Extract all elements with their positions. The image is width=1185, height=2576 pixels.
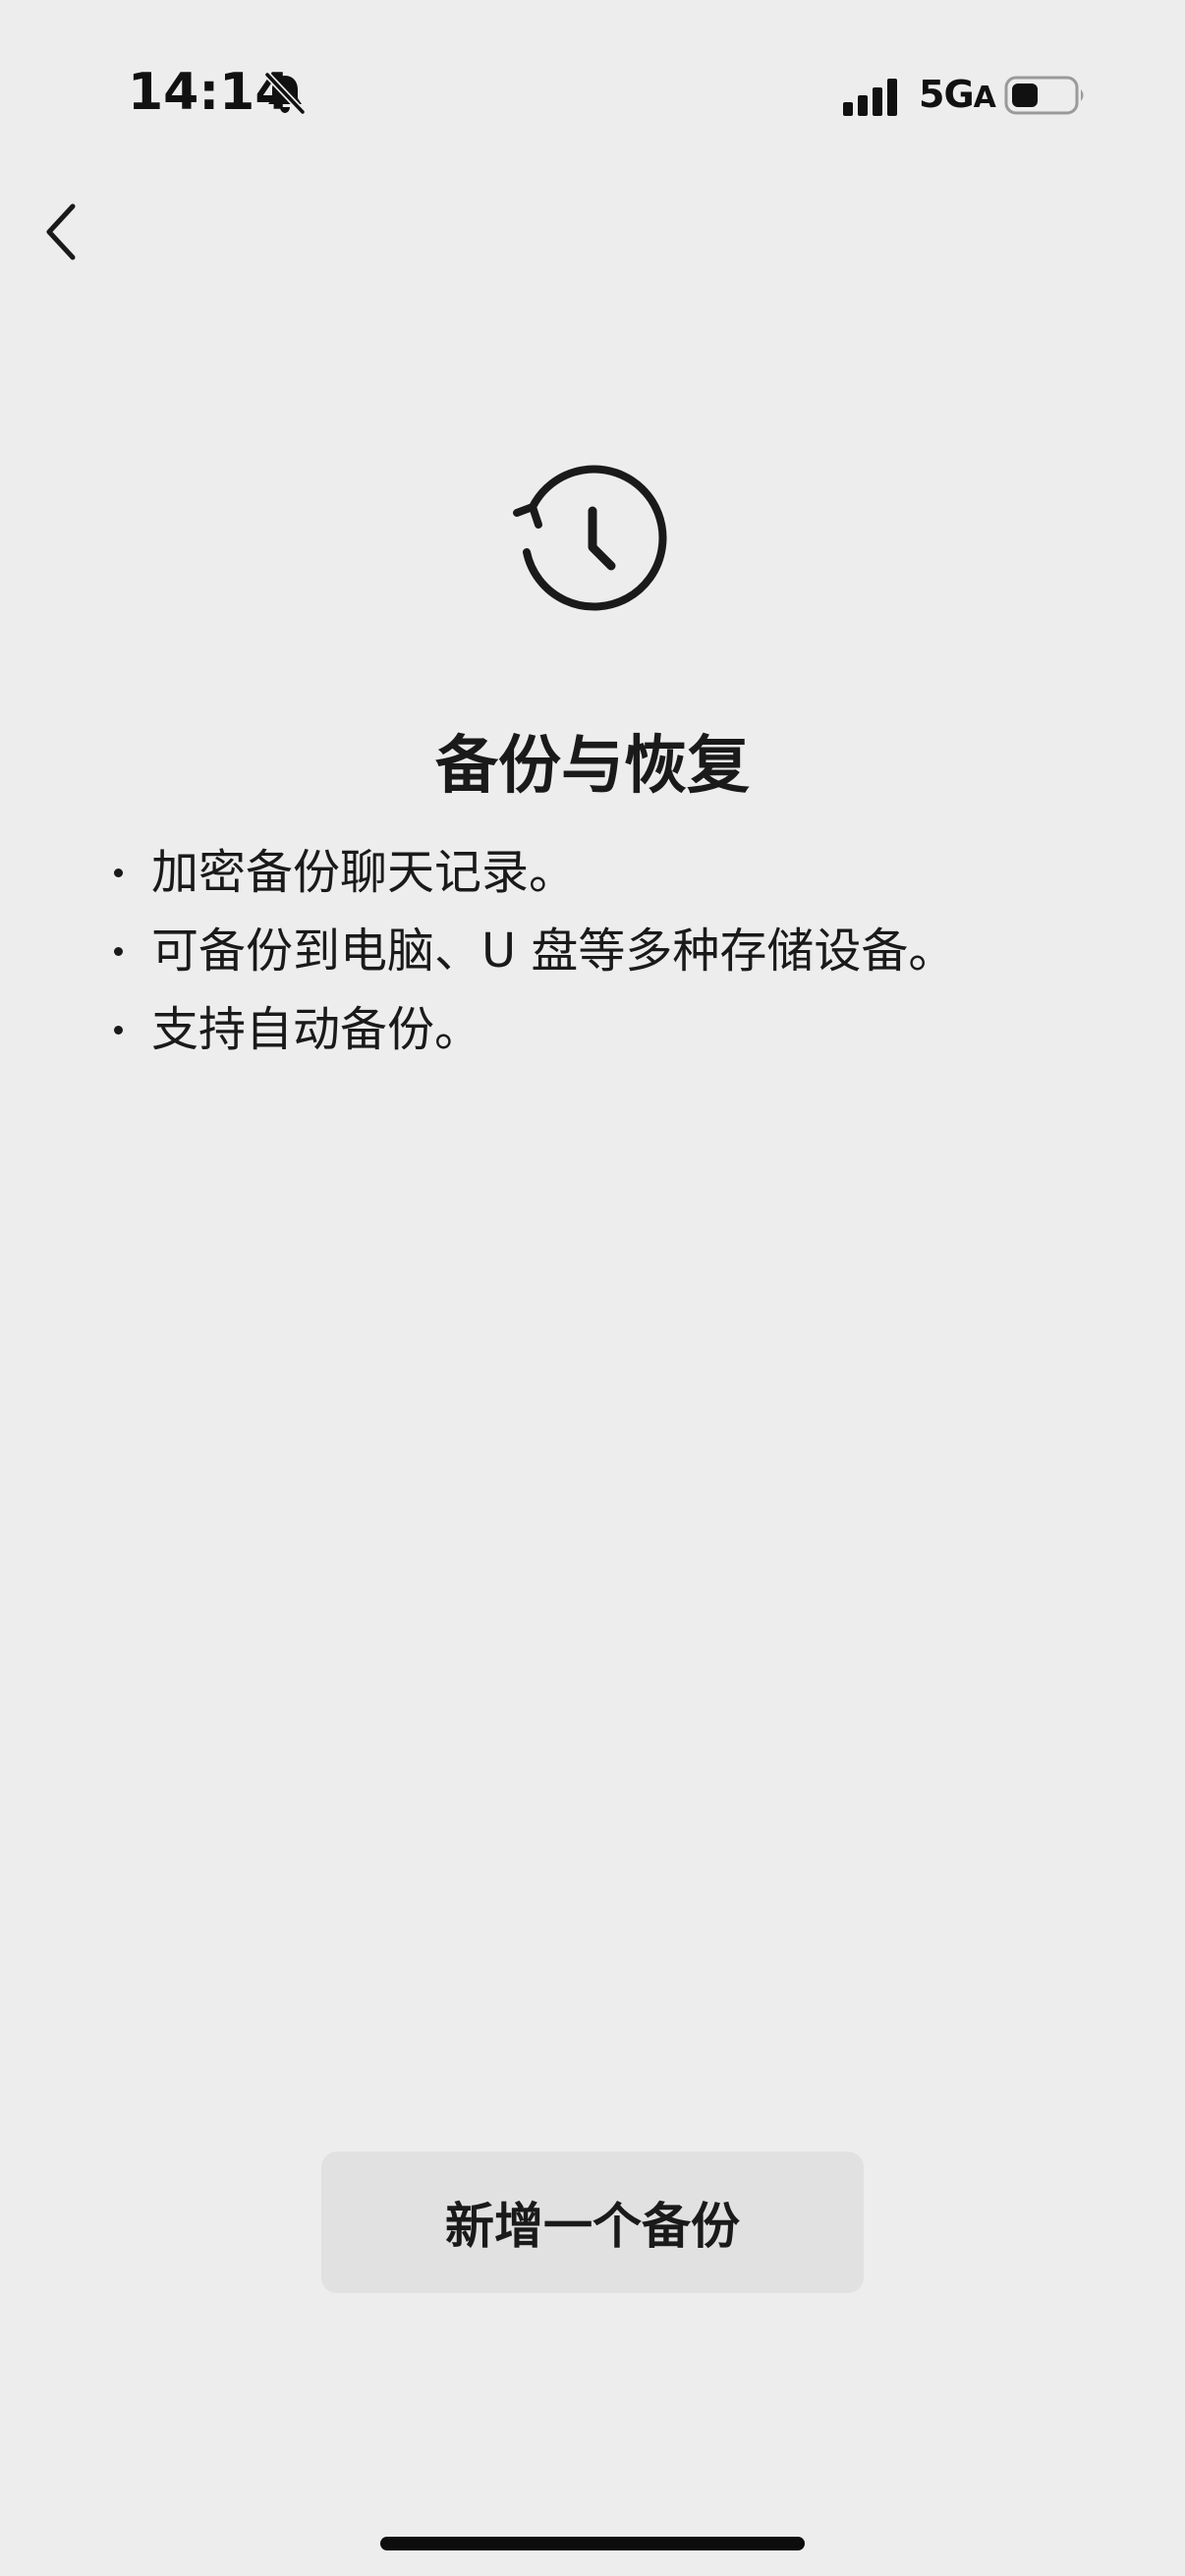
- signal-icon: [843, 79, 897, 116]
- network-label: 5GA: [919, 73, 996, 116]
- battery-icon: [1004, 76, 1084, 115]
- home-indicator[interactable]: [380, 2537, 805, 2550]
- feature-item: 支持自动备份。: [108, 990, 955, 1069]
- bullet-dot: [114, 868, 123, 877]
- feature-text: 加密备份聊天记录。: [151, 845, 577, 900]
- feature-item: 加密备份聊天记录。: [108, 833, 955, 912]
- bullet-dot: [114, 947, 123, 956]
- bullet-dot: [114, 1026, 123, 1035]
- bell-muted-icon: [264, 72, 306, 115]
- history-icon: [513, 465, 667, 611]
- feature-text: 可备份到电脑、U 盘等多种存储设备。: [151, 924, 956, 979]
- chevron-left-icon: [46, 203, 76, 260]
- page-title: 备份与恢复: [435, 730, 750, 803]
- feature-item: 可备份到电脑、U 盘等多种存储设备。: [108, 912, 955, 990]
- feature-text: 支持自动备份。: [151, 1002, 482, 1057]
- back-button[interactable]: [35, 193, 94, 271]
- status-bar: 14:14 5GA: [0, 0, 1185, 196]
- feature-list: 加密备份聊天记录。 可备份到电脑、U 盘等多种存储设备。 支持自动备份。: [108, 833, 955, 1069]
- add-backup-button[interactable]: 新增一个备份: [321, 2152, 864, 2293]
